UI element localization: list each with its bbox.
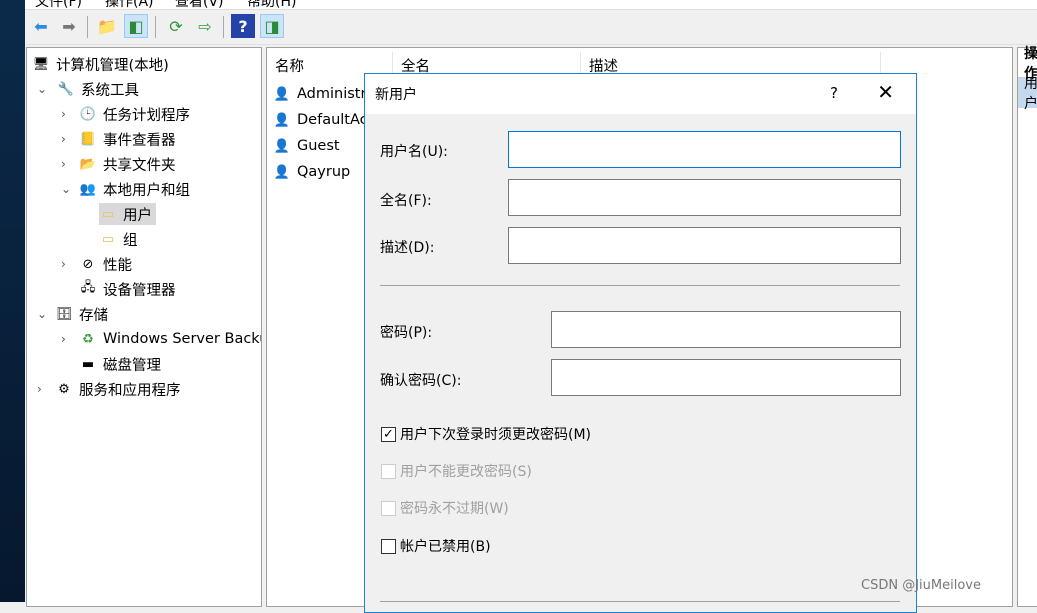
menu-file[interactable]: 文件(F) bbox=[35, 0, 82, 9]
list-item[interactable]: 👤 Guest bbox=[273, 135, 340, 157]
checkbox-checked-icon: ✓ bbox=[381, 426, 396, 442]
users-group-icon: 👥 bbox=[79, 181, 97, 197]
tree-item-groups[interactable]: ▭ 组 bbox=[99, 228, 138, 250]
dialog-title-bar: 新用户 ? ✕ bbox=[365, 74, 916, 114]
user-disabled-icon: 👤 bbox=[273, 112, 291, 128]
chevron-right-icon[interactable]: › bbox=[61, 157, 66, 171]
tree-item-local-users-groups[interactable]: ⌄ 👥 本地用户和组 bbox=[61, 178, 190, 200]
show-hide-action-pane-icon[interactable]: ◨ bbox=[260, 14, 284, 38]
tree-item-task-scheduler[interactable]: › 🕒 任务计划程序 bbox=[61, 103, 190, 125]
fullname-label: 全名(F): bbox=[380, 193, 432, 209]
password-never-expires-checkbox[interactable]: 密码永不过期(W) bbox=[381, 498, 509, 518]
watermark: CSDN @JiuMeilove bbox=[861, 578, 981, 593]
username-input[interactable] bbox=[508, 131, 901, 168]
help-button[interactable]: ? bbox=[830, 84, 838, 102]
dialog-title: 新用户 bbox=[375, 87, 417, 103]
close-button[interactable]: ✕ bbox=[877, 80, 894, 104]
action-pane: 操作 用户 bbox=[1017, 46, 1037, 607]
cannot-change-password-checkbox[interactable]: 用户不能更改密码(S) bbox=[381, 461, 532, 481]
toolbar-separator bbox=[155, 16, 156, 38]
toolbar-separator bbox=[223, 16, 224, 38]
checkbox-icon bbox=[381, 463, 396, 479]
menu-help[interactable]: 帮助(H) bbox=[247, 0, 296, 9]
desktop-background bbox=[0, 0, 25, 602]
event-viewer-icon: 📒 bbox=[79, 131, 97, 147]
chevron-down-icon[interactable]: ⌄ bbox=[61, 182, 71, 196]
divider bbox=[380, 285, 900, 286]
tree-item-storage[interactable]: ⌄ 🗄 存储 bbox=[37, 303, 108, 325]
tree-item-computer-management[interactable]: 🖥 计算机管理(本地) bbox=[32, 53, 169, 75]
chevron-right-icon[interactable]: › bbox=[61, 257, 66, 271]
toolbar: ⬅ ➡ 📁 ◧ ⟳ ⇨ ? ◨ bbox=[25, 11, 1037, 45]
description-input[interactable] bbox=[508, 227, 901, 264]
user-disabled-icon: 👤 bbox=[273, 138, 291, 154]
user-icon: 👤 bbox=[273, 164, 291, 180]
toolbar-separator bbox=[87, 16, 88, 38]
tree-item-windows-server-backup[interactable]: › ♻ Windows Server Backup bbox=[61, 328, 261, 350]
device-manager-icon: 🖧 bbox=[80, 280, 96, 295]
computer-management-icon: 🖥 bbox=[32, 56, 50, 72]
tree-item-disk-management[interactable]: ▬ 磁盘管理 bbox=[79, 353, 161, 375]
chevron-right-icon[interactable]: › bbox=[61, 107, 66, 121]
user-icon: 👤 bbox=[273, 86, 291, 102]
chevron-down-icon[interactable]: ⌄ bbox=[37, 307, 47, 321]
services-icon: ⚙ bbox=[58, 381, 70, 397]
export-list-icon[interactable]: ⇨ bbox=[193, 14, 217, 38]
storage-icon: 🗄 bbox=[55, 306, 73, 322]
new-user-dialog: 新用户 ? ✕ 用户名(U): 全名(F): 描述(D): 密码(P): 确认密… bbox=[364, 73, 917, 613]
tools-icon: 🔧 bbox=[57, 81, 75, 97]
confirm-password-input[interactable] bbox=[551, 359, 901, 396]
tree-item-shared-folders[interactable]: › 📂 共享文件夹 bbox=[61, 153, 176, 175]
checkbox-icon bbox=[381, 500, 396, 516]
tree-item-services-apps[interactable]: › ⚙ 服务和应用程序 bbox=[37, 378, 181, 400]
menu-action[interactable]: 操作(A) bbox=[105, 0, 154, 9]
disk-icon: ▬ bbox=[81, 356, 95, 372]
chevron-right-icon[interactable]: › bbox=[37, 382, 42, 396]
list-item[interactable]: 👤 Qayrup bbox=[273, 161, 350, 183]
show-hide-console-tree-icon[interactable]: ◧ bbox=[124, 14, 148, 38]
description-label: 描述(D): bbox=[380, 240, 435, 256]
back-arrow-icon[interactable]: ⬅ bbox=[29, 14, 53, 38]
folder-icon: ▭ bbox=[101, 206, 115, 222]
account-disabled-checkbox[interactable]: 帐户已禁用(B) bbox=[381, 536, 491, 556]
fullname-input[interactable] bbox=[508, 179, 901, 216]
tree-item-users[interactable]: ▭ 用户 bbox=[99, 203, 156, 225]
confirm-password-label: 确认密码(C): bbox=[380, 373, 462, 389]
help-icon[interactable]: ? bbox=[231, 14, 255, 38]
menu-bar: 文件(F) 操作(A) 查看(V) 帮助(H) bbox=[25, 0, 1037, 10]
backup-icon: ♻ bbox=[82, 331, 94, 347]
password-input[interactable] bbox=[551, 311, 901, 348]
tree-item-event-viewer[interactable]: › 📒 事件查看器 bbox=[61, 128, 176, 150]
tree-item-device-manager[interactable]: 🖧 设备管理器 bbox=[79, 278, 176, 300]
action-pane-selected[interactable]: 用户 bbox=[1018, 76, 1037, 112]
forward-arrow-icon[interactable]: ➡ bbox=[57, 14, 81, 38]
console-tree: 🖥 计算机管理(本地) ⌄ 🔧 系统工具 › 🕒 任务计划程序 › 📒 事件查看器 › 📂 共享文… bbox=[26, 47, 262, 607]
chevron-right-icon[interactable]: › bbox=[61, 332, 66, 346]
folder-icon: ▭ bbox=[101, 231, 115, 247]
up-folder-icon[interactable]: 📁 bbox=[95, 14, 119, 38]
checkbox-icon bbox=[381, 538, 396, 554]
chevron-right-icon[interactable]: › bbox=[61, 132, 66, 146]
menu-view[interactable]: 查看(V) bbox=[175, 0, 224, 9]
refresh-icon[interactable]: ⟳ bbox=[164, 14, 188, 38]
shared-folder-icon: 📂 bbox=[79, 156, 97, 172]
performance-icon: ⊘ bbox=[82, 256, 94, 272]
clock-icon: 🕒 bbox=[79, 106, 97, 122]
username-label: 用户名(U): bbox=[380, 144, 448, 160]
tree-item-system-tools[interactable]: ⌄ 🔧 系统工具 bbox=[37, 78, 139, 100]
chevron-down-icon[interactable]: ⌄ bbox=[37, 82, 47, 96]
must-change-password-checkbox[interactable]: ✓ 用户下次登录时须更改密码(M) bbox=[381, 424, 591, 444]
password-label: 密码(P): bbox=[380, 325, 433, 341]
tree-item-performance[interactable]: › ⊘ 性能 bbox=[61, 253, 132, 275]
